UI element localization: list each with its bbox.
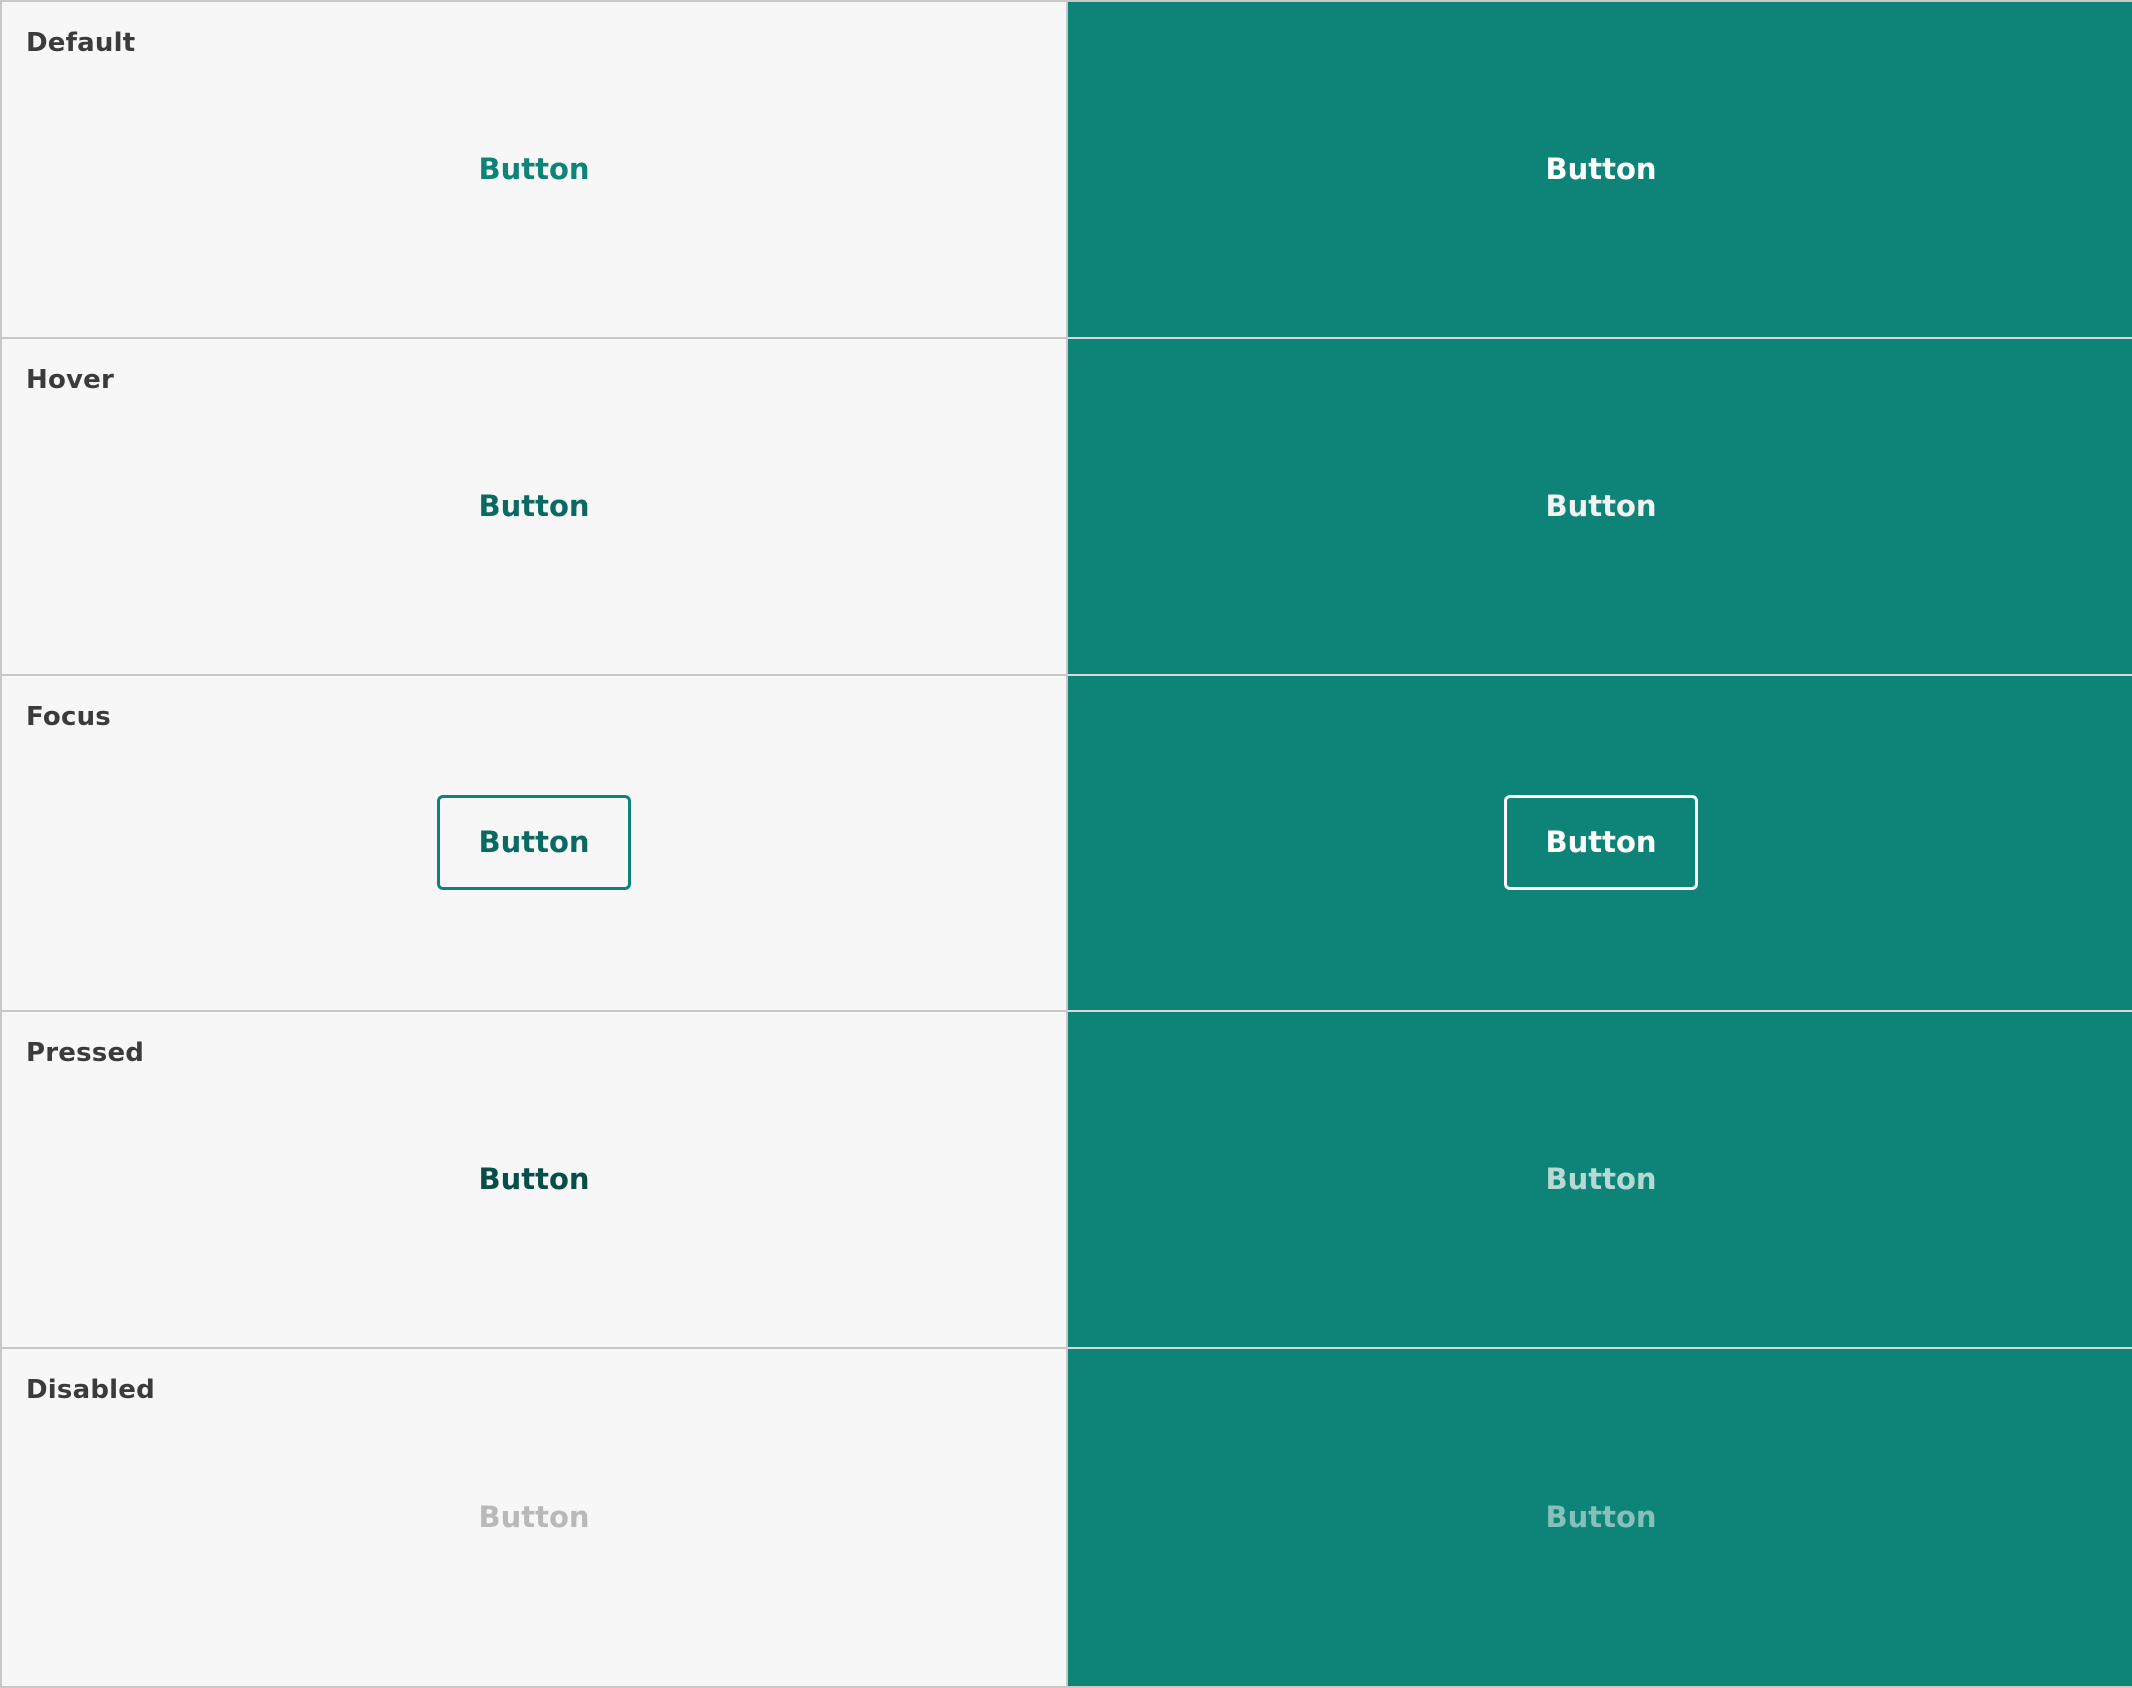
state-label-pressed: Pressed xyxy=(26,1038,145,1069)
focus-light-button[interactable]: Button xyxy=(437,795,631,891)
hover-light-button[interactable]: Button xyxy=(439,465,628,548)
button-states-grid: Default Button Button Hover Button Butto… xyxy=(0,0,2132,1688)
default-light-cell: Default Button xyxy=(2,2,1068,339)
disabled-dark-cell: Button xyxy=(1068,1349,2132,1686)
hover-dark-cell: Button xyxy=(1068,338,2132,676)
default-dark-cell: Button xyxy=(1068,2,2132,339)
hover-dark-button[interactable]: Button xyxy=(1506,465,1695,548)
disabled-light-button: Button xyxy=(439,1476,628,1559)
pressed-light-cell: Pressed Button xyxy=(2,1012,1068,1350)
state-label-hover: Hover xyxy=(26,364,115,395)
pressed-dark-button[interactable]: Button xyxy=(1506,1138,1695,1221)
focus-dark-button[interactable]: Button xyxy=(1504,795,1698,891)
pressed-dark-cell: Button xyxy=(1068,1012,2132,1350)
state-label-disabled: Disabled xyxy=(26,1375,155,1406)
pressed-light-button[interactable]: Button xyxy=(439,1138,628,1221)
state-label-default: Default xyxy=(26,28,136,58)
hover-light-cell: Hover Button xyxy=(2,338,1068,676)
focus-dark-cell: Button xyxy=(1068,675,2132,1013)
disabled-dark-button: Button xyxy=(1506,1476,1695,1559)
disabled-light-cell: Disabled Button xyxy=(2,1349,1068,1686)
default-dark-button[interactable]: Button xyxy=(1506,128,1695,211)
focus-light-cell: Focus Button xyxy=(2,675,1068,1013)
state-label-focus: Focus xyxy=(26,701,111,732)
default-light-button[interactable]: Button xyxy=(439,128,628,211)
